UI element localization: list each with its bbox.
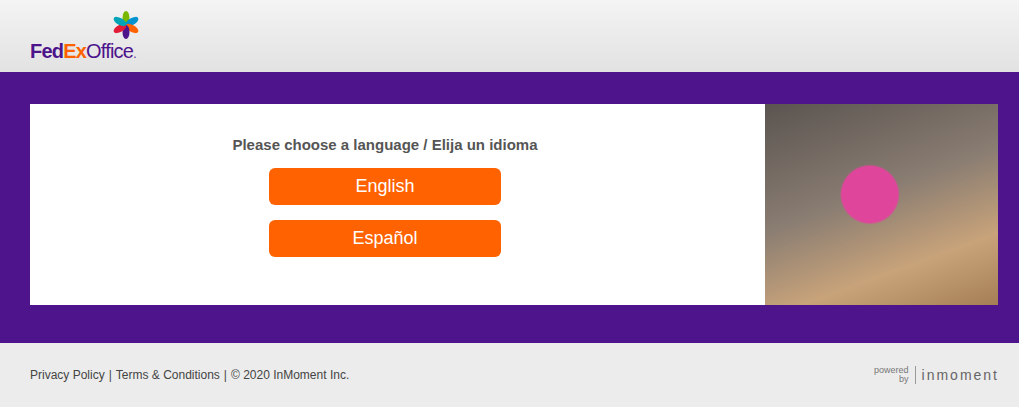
link-separator: | [109,368,112,382]
fedex-star-icon [111,10,141,40]
survey-page: FedExOffice. Please choose a language / E… [0,0,1019,407]
fedex-office-logo: FedExOffice. [30,40,1019,65]
language-prompt: Please choose a language / Elija un idio… [232,136,537,153]
footer-link[interactable]: © 2020 InMoment Inc. [231,368,349,382]
language-button[interactable]: Español [269,220,501,257]
footer-link[interactable]: Privacy Policy [30,368,105,382]
content-band: Please choose a language / Elija un idio… [0,72,1019,343]
footer-links: Privacy Policy | Terms & Conditions | © 2020… [30,368,349,382]
powered-by: poweredby inmoment [874,366,999,384]
link-separator: | [224,368,227,382]
language-button[interactable]: English [269,168,501,205]
gift-photo [765,104,998,305]
language-card: Please choose a language / Elija un idio… [30,104,998,305]
footer-link[interactable]: Terms & Conditions [116,368,220,382]
inmoment-logo: inmoment [922,367,999,383]
powered-by-label: poweredby [874,366,916,384]
language-chooser: Please choose a language / Elija un idio… [30,104,740,305]
header: FedExOffice. [0,0,1019,72]
footer: Privacy Policy | Terms & Conditions | © 2020… [0,343,1019,407]
